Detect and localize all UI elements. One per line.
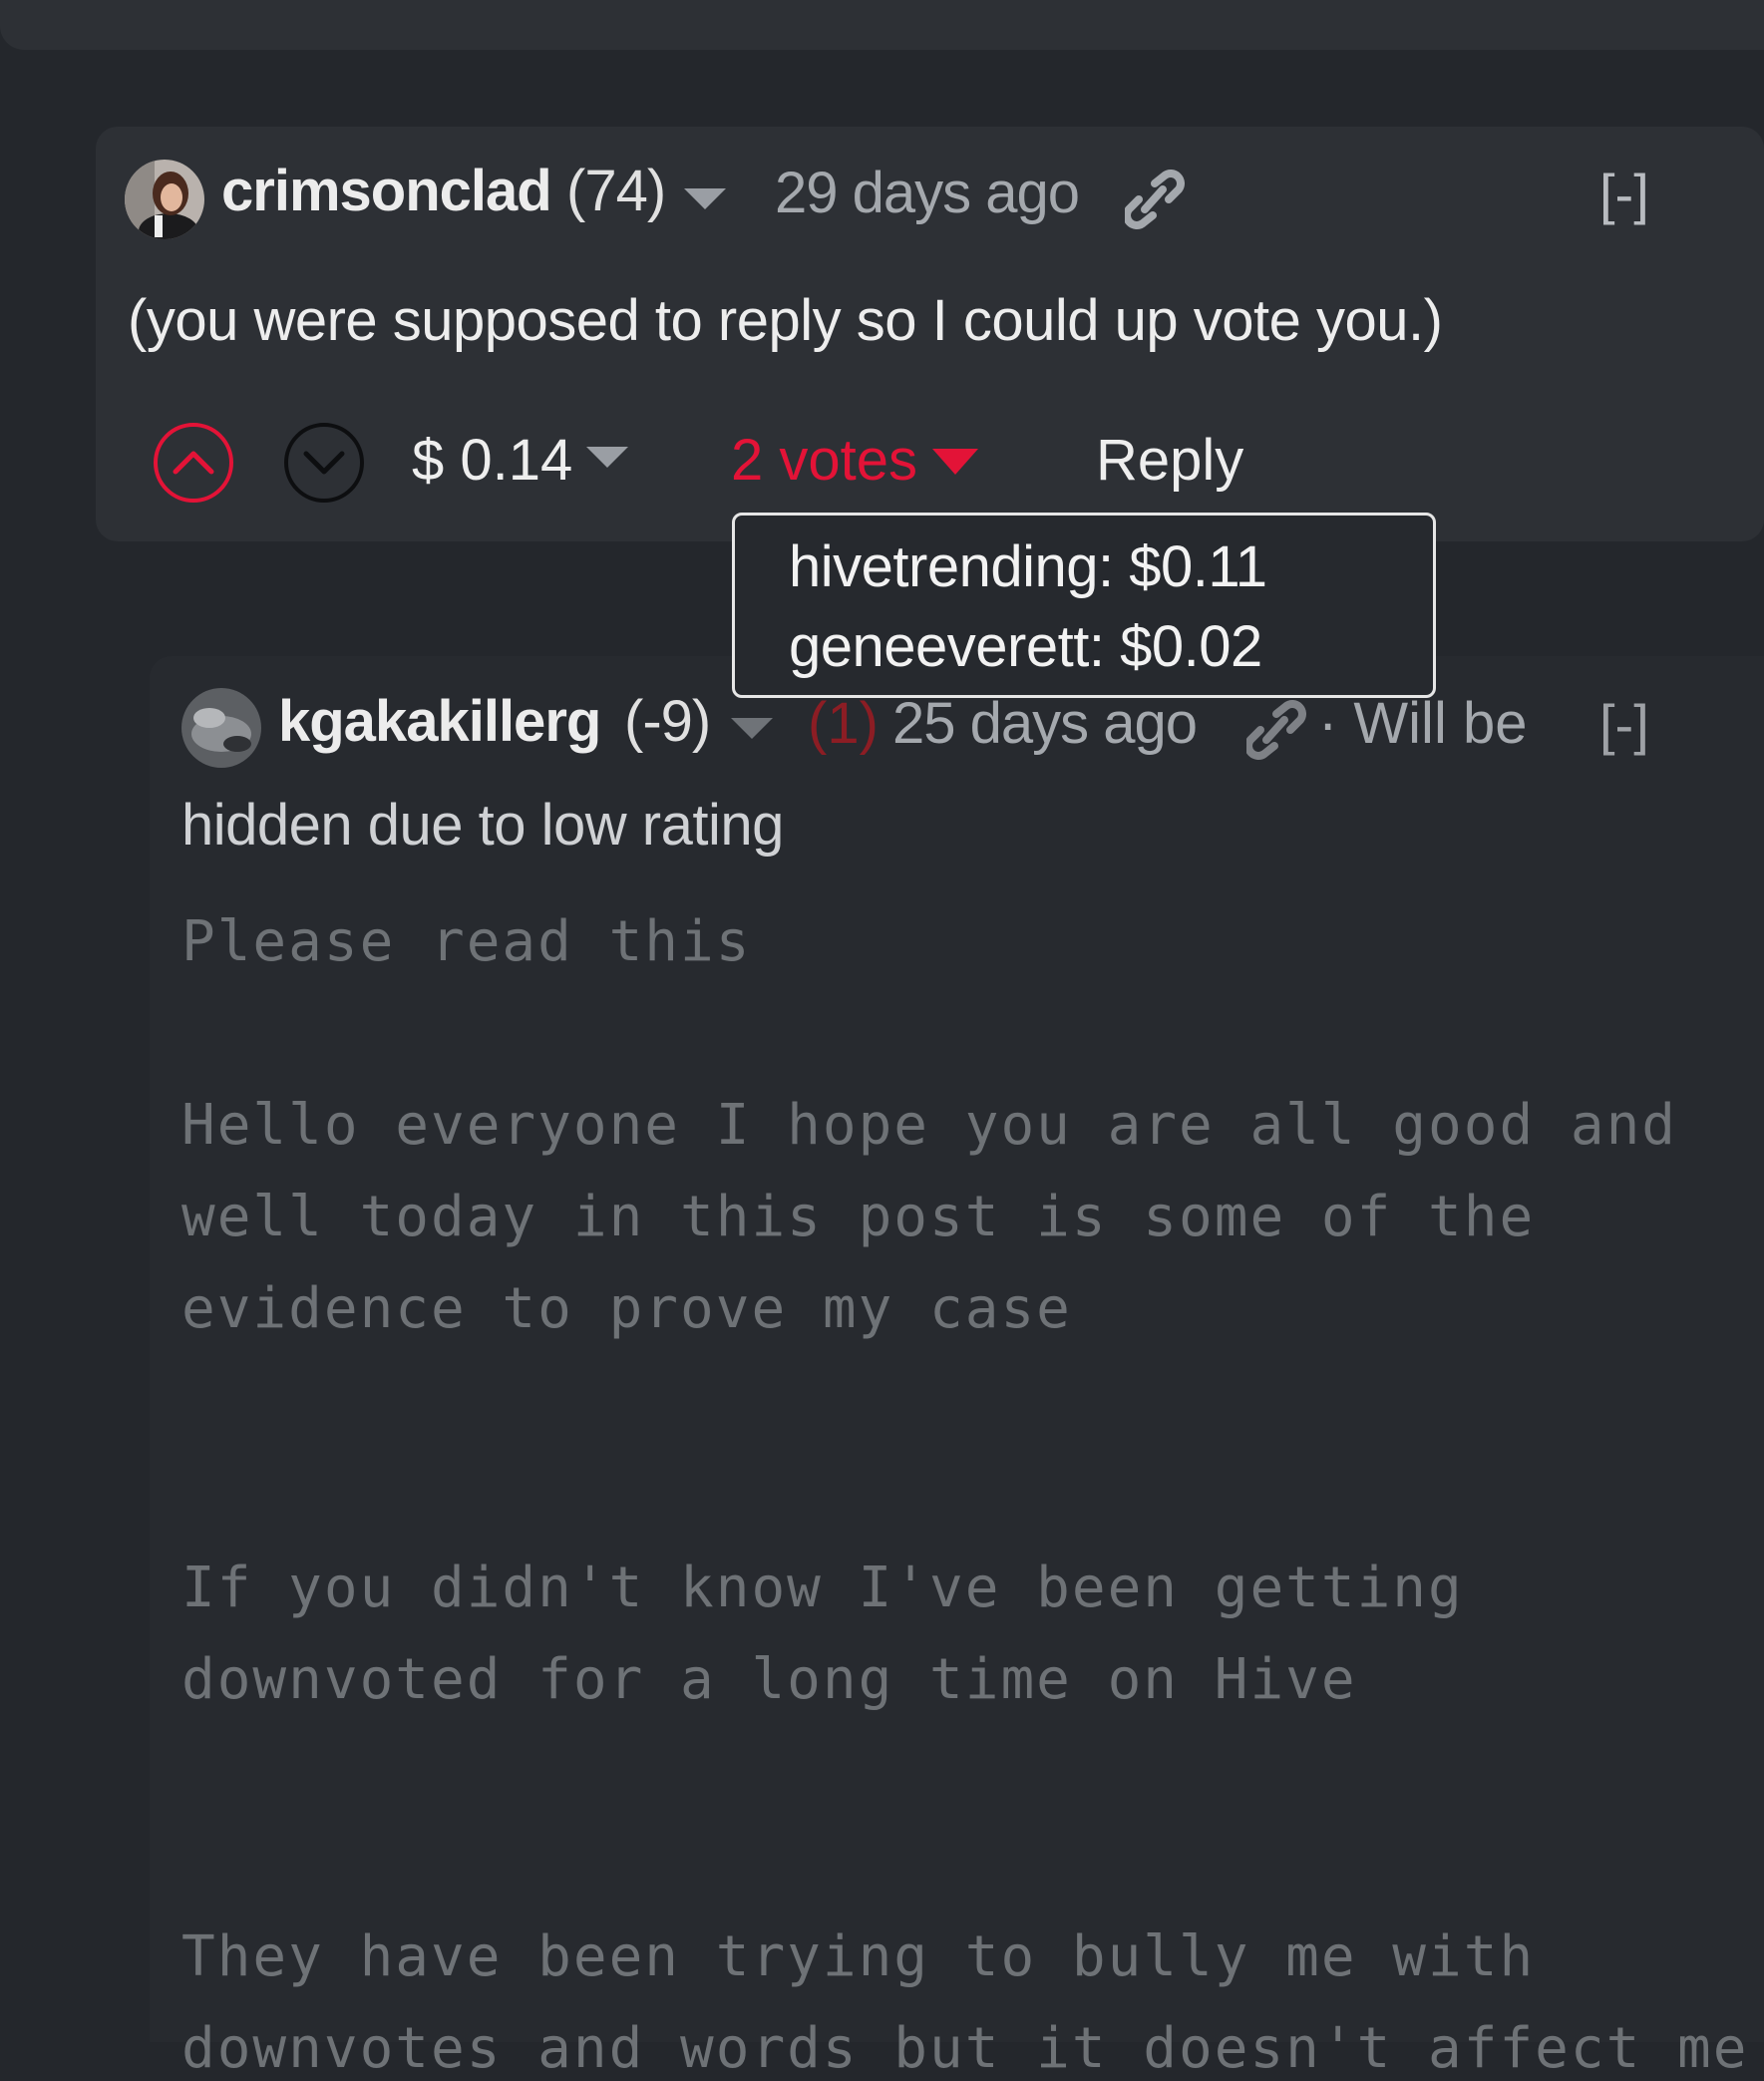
votes-count[interactable]: 2 votes [731,427,917,494]
collapse-toggle[interactable]: [-] [1599,692,1649,757]
top-bar [0,0,1764,50]
reply-button[interactable]: Reply [1096,427,1243,494]
voter-entry[interactable]: geneeverett: $0.02 [789,613,1262,680]
avatar[interactable] [181,688,261,768]
downvote-button[interactable] [284,423,364,503]
comment-body-line: Hello everyone I hope you are all good a… [181,1093,1678,1158]
comment-body-line: downvoted for a long time on Hive [181,1647,1357,1712]
chevron-down-icon[interactable] [932,449,978,475]
upvote-icon [173,451,214,475]
chevron-down-icon[interactable] [586,447,628,468]
chevron-down-icon[interactable] [684,188,726,209]
downvote-icon [303,451,345,475]
comment-body-line: They have been trying to bully me with [181,1924,1536,1989]
avatar[interactable] [125,160,204,239]
hidden-status-text: · Will be [1318,691,1528,756]
child-comment-card [150,656,1764,2042]
voters-tooltip: hivetrending: $0.11 geneeverett: $0.02 [732,513,1436,698]
link-icon[interactable] [1244,698,1306,767]
negative-votes-marker: (1) [808,691,879,756]
comment-body: (you were supposed to reply so I could u… [128,288,1443,353]
comment-body-line: evidence to prove my case [181,1276,1072,1341]
author-reputation: (-9) [624,689,711,754]
collapse-toggle[interactable]: [-] [1599,162,1649,226]
comment-timestamp[interactable]: 29 days ago [775,160,1080,226]
comment-body-line: well today in this post is some of the [181,1185,1536,1249]
comment-body-line: Please read this [181,909,752,974]
link-icon[interactable] [1123,168,1185,236]
hidden-notice: hidden due to low rating [181,793,784,858]
upvote-button[interactable] [154,423,233,503]
comment-body-line: downvotes and words but it doesn't affec… [181,2016,1749,2081]
comment-timestamp[interactable]: 25 days ago [892,690,1198,757]
comment-author[interactable]: kgakakillerg [278,688,601,755]
author-reputation: (74) [566,159,666,223]
payout-amount[interactable]: $ 0.14 [412,427,572,494]
comment-author[interactable]: crimsonclad [221,158,552,224]
chevron-down-icon[interactable] [731,718,773,739]
comment-body-line: If you didn't know I've been getting [181,1556,1464,1620]
voter-entry[interactable]: hivetrending: $0.11 [789,533,1267,600]
